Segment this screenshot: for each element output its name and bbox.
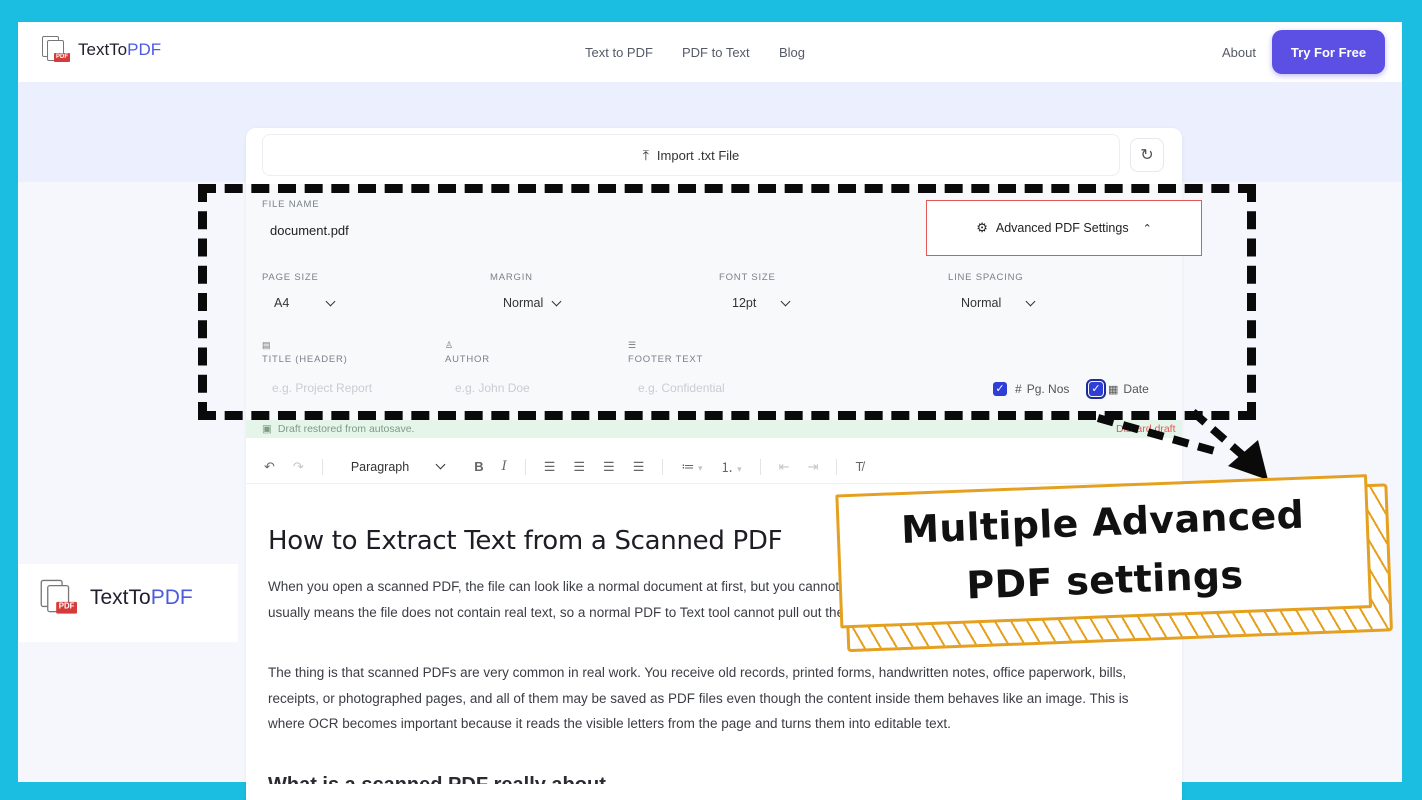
bold-button[interactable]: B xyxy=(474,459,483,474)
undo-icon[interactable]: ↶ xyxy=(264,459,275,475)
file-name-label: FILE NAME xyxy=(262,199,320,210)
document-title[interactable]: How to Extract Text from a Scanned PDF xyxy=(268,526,783,556)
import-label: Import .txt File xyxy=(656,147,740,163)
author-input[interactable]: e.g. John Doe xyxy=(455,381,530,395)
nav-link-pdf-to-text[interactable]: PDF to Text xyxy=(682,45,750,60)
title-header-label: TITLE (HEADER) xyxy=(262,354,348,365)
italic-button[interactable]: I xyxy=(502,459,507,474)
document-paragraph-2[interactable]: The thing is that scanned PDFs are very … xyxy=(268,660,1148,737)
callout-box: Multiple Advanced PDF settings xyxy=(835,474,1393,653)
align-left-icon[interactable]: ☰ xyxy=(544,459,556,475)
font-size-value: 12pt xyxy=(732,296,757,310)
toolbar-divider xyxy=(662,458,664,475)
numbered-list-icon[interactable]: ⒈ ▾ xyxy=(721,457,742,476)
callout-front: Multiple Advanced PDF settings xyxy=(835,474,1373,629)
logo-text: TextToPDF xyxy=(78,40,162,59)
upload-icon: ⤒ xyxy=(642,146,649,163)
import-txt-button[interactable]: ⤒ Import .txt File xyxy=(262,134,1120,176)
date-toggle[interactable]: ✓ ▦ Date xyxy=(1086,379,1149,399)
outdent-icon[interactable]: ⇤ xyxy=(779,459,790,475)
page-numbers-checkbox[interactable]: ✓ xyxy=(993,382,1007,396)
font-size-select[interactable]: 12pt xyxy=(732,296,791,310)
refresh-icon: ↻ xyxy=(1140,147,1154,164)
chevron-down-icon xyxy=(551,296,562,306)
chevron-down-icon xyxy=(1025,296,1036,306)
advanced-settings-label: Advanced PDF Settings xyxy=(995,221,1129,235)
page-size-value: A4 xyxy=(274,296,290,310)
draft-status-bar: ▣ Draft restored from autosave. xyxy=(246,420,1182,438)
author-label: AUTHOR xyxy=(445,354,490,365)
try-for-free-button[interactable]: Try For Free xyxy=(1272,30,1385,74)
toolbar-divider xyxy=(759,458,761,475)
toolbar-divider xyxy=(836,458,838,475)
toolbar-divider xyxy=(321,458,323,475)
text-align-icon: ☰ xyxy=(628,340,637,350)
margin-label: MARGIN xyxy=(490,272,533,283)
chevron-down-icon xyxy=(435,459,446,470)
pdf-documents-icon: PDF xyxy=(38,579,77,616)
block-format-select[interactable]: Paragraph xyxy=(341,456,454,478)
align-center-icon[interactable]: ☰ xyxy=(573,459,585,475)
site-logo[interactable]: PDF TextToPDF xyxy=(40,36,161,64)
page-numbers-label: Pg. Nos xyxy=(1026,382,1070,396)
arrow-line-2 xyxy=(1190,408,1251,464)
line-spacing-value: Normal xyxy=(961,296,1002,310)
editor-toolbar: ↶ ↷ Paragraph B I ☰ ☰ ☰ ☰ ≔ ▾ ⒈ ▾ ⇤ ⇥ T̸ xyxy=(246,450,1182,484)
line-spacing-select[interactable]: Normal xyxy=(961,296,1036,310)
redo-icon[interactable]: ↷ xyxy=(293,459,304,475)
save-icon: ▣ xyxy=(262,423,272,435)
large-logo-text: TextToPDF xyxy=(90,586,193,609)
user-icon: ♙ xyxy=(445,340,454,350)
hash-icon: # xyxy=(1015,382,1022,396)
clear-formatting-icon[interactable]: T̸ xyxy=(855,459,863,474)
nav-link-blog[interactable]: Blog xyxy=(779,45,805,60)
font-size-label: FONT SIZE xyxy=(719,272,776,283)
nav-link-about[interactable]: About xyxy=(1222,45,1256,60)
date-label: Date xyxy=(1123,382,1149,396)
block-format-value: Paragraph xyxy=(350,459,410,474)
chevron-down-icon xyxy=(325,296,336,306)
line-spacing-label: LINE SPACING xyxy=(948,272,1024,283)
large-logo: PDF TextToPDF xyxy=(38,579,193,614)
page-numbers-toggle[interactable]: ✓ # Pg. Nos xyxy=(993,382,1069,396)
chevron-down-icon xyxy=(780,296,791,306)
date-checkbox[interactable]: ✓ xyxy=(1086,379,1106,399)
refresh-button[interactable]: ↻ xyxy=(1130,138,1164,172)
draft-status-text: Draft restored from autosave. xyxy=(277,423,415,435)
page-size-select[interactable]: A4 xyxy=(274,296,336,310)
bullet-list-icon[interactable]: ≔ ▾ xyxy=(681,459,702,475)
chevron-up-icon: ⌃ xyxy=(1142,222,1152,235)
margin-value: Normal xyxy=(503,296,544,310)
toolbar-divider xyxy=(524,458,526,475)
footer-text-input[interactable]: e.g. Confidential xyxy=(638,381,725,395)
callout-text: Multiple Advanced PDF settings xyxy=(900,486,1307,617)
nav-link-text-to-pdf[interactable]: Text to PDF xyxy=(585,45,653,60)
title-header-input[interactable]: e.g. Project Report xyxy=(272,381,372,395)
document-icon: ▤ xyxy=(262,340,271,350)
file-name-input[interactable]: document.pdf xyxy=(262,218,922,244)
footer-text-label: FOOTER TEXT xyxy=(628,354,704,365)
align-justify-icon[interactable]: ☰ xyxy=(633,459,645,475)
pdf-documents-icon: PDF xyxy=(40,36,70,64)
align-right-icon[interactable]: ☰ xyxy=(603,459,615,475)
document-next-heading[interactable]: What is a scanned PDF really about xyxy=(268,774,606,784)
gear-icon: ⚙ xyxy=(976,220,988,235)
page-size-label: PAGE SIZE xyxy=(262,272,319,283)
indent-icon[interactable]: ⇥ xyxy=(808,459,819,475)
calendar-icon: ▦ xyxy=(1108,383,1119,396)
margin-select[interactable]: Normal xyxy=(503,296,562,310)
advanced-pdf-settings-button[interactable]: ⚙ Advanced PDF Settings ⌃ xyxy=(926,200,1202,256)
